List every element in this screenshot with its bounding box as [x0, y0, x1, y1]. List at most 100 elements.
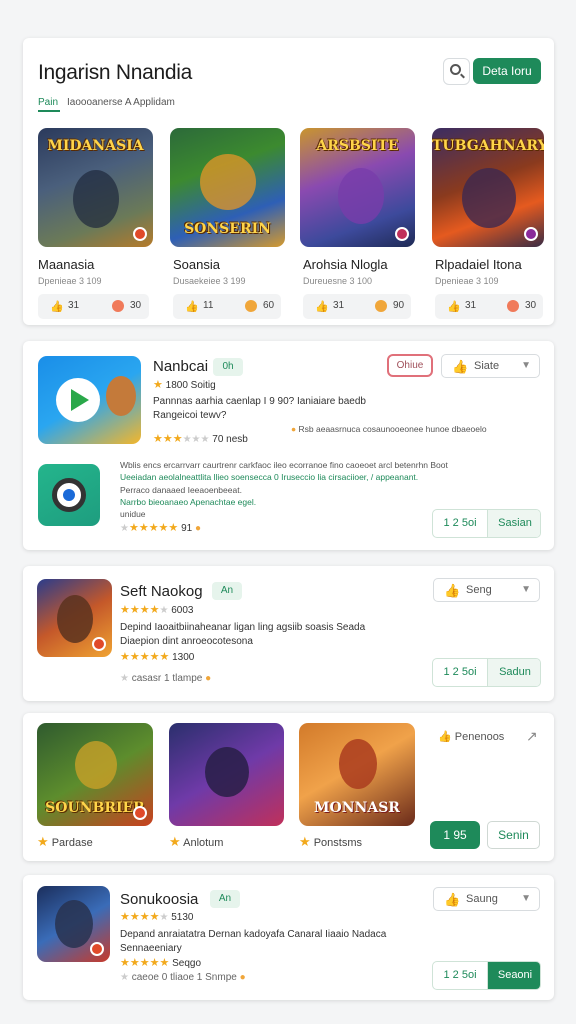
gallery-secondary-button[interactable]: Senin: [487, 821, 540, 849]
rating-count: 1300: [172, 652, 195, 663]
row2-rating: ★★★★★★ 91 ●: [120, 521, 201, 534]
star-empty: ★: [120, 523, 129, 534]
like-count: 31: [333, 300, 345, 311]
filter-chip[interactable]: Ohiue: [387, 354, 433, 377]
play-icon: [56, 378, 100, 422]
install-button[interactable]: Sadun: [488, 659, 540, 686]
featured-thumb-4[interactable]: TUBGAHNARY: [432, 128, 544, 247]
featured-thumb-1[interactable]: MIDANASIA: [38, 128, 153, 247]
price-button[interactable]: 1 2 5oi: [433, 510, 488, 537]
app-icon-1[interactable]: [38, 356, 141, 444]
like-count: 31: [68, 300, 80, 311]
gallery-thumb-3[interactable]: MONNASR: [299, 723, 415, 826]
price-button[interactable]: 1 2 5oi: [433, 962, 488, 989]
featured-name-4[interactable]: Rlpadaiel Itona: [435, 257, 522, 272]
featured-stats-2[interactable]: 👍 11 60: [173, 294, 281, 319]
gallery-label-1: ★ Pardase: [37, 834, 93, 850]
side-note-1: ● Rsb aeaasrnuca cosaunooeonee hunoe dba…: [291, 424, 487, 434]
featured-name-3[interactable]: Arohsia Nlogla: [303, 257, 388, 272]
row2-line1: Wblis encs ercarrvarr caurtrenr carkfaoc…: [120, 460, 448, 470]
featured-stats-3[interactable]: 👍 31 90: [303, 294, 411, 319]
app-icon-3[interactable]: [37, 579, 112, 657]
sort-select-label: Seng: [466, 584, 492, 596]
featured-sub-4: Dpenieae 3 109: [435, 276, 499, 286]
gallery-label-3: ★ Ponstsms: [299, 834, 362, 850]
external-link-icon[interactable]: ↗: [526, 728, 538, 745]
search-icon: [450, 64, 461, 75]
action-pair-4: 1 2 5oi Seaoni: [432, 961, 541, 990]
meta-text: casasr 1 tlampe: [131, 673, 203, 684]
row2-rating-value: 91: [181, 523, 193, 534]
star-icon: ★: [299, 834, 311, 849]
thumb-up-icon: 👍: [444, 892, 461, 907]
search-button[interactable]: [443, 58, 470, 85]
meta-text: caeoe 0 tliaoe 1 Snmpe: [131, 972, 237, 983]
gallery-label-text: Ponstsms: [313, 837, 363, 849]
featured-art-4: TUBGAHNARY: [432, 138, 544, 154]
app-name-4[interactable]: Sonukoosia: [120, 891, 198, 908]
price-button[interactable]: 1 2 5oi: [433, 659, 488, 686]
sort-select-3[interactable]: 👍 Seng ▼: [433, 578, 540, 602]
gallery-thumb-2[interactable]: [169, 723, 284, 826]
row2-line4: Narrbo bieoanaeo Apenachtae egel.: [120, 497, 257, 507]
sort-select-1[interactable]: 👍 Siate ▼: [441, 354, 540, 378]
page-title: Ingarisn Nnandia: [38, 61, 192, 84]
corner-badge: [133, 806, 147, 820]
like-count: 31: [465, 300, 477, 311]
app-name-3[interactable]: Seft Naokog: [120, 583, 203, 600]
featured-thumb-2[interactable]: SONSERIN: [170, 128, 285, 247]
gallery-label-2: ★ Anlotum: [169, 834, 223, 850]
like-count: 11: [203, 300, 214, 311]
star-empty: ★: [120, 673, 129, 684]
star-rating-empty: ★: [159, 912, 169, 923]
gallery-side-link[interactable]: 👍 Penenoos: [438, 730, 504, 743]
featured-name-2[interactable]: Soansia: [173, 257, 220, 272]
app-icon-2[interactable]: [38, 464, 100, 526]
app-icon-4[interactable]: [37, 886, 110, 962]
play-triangle: [71, 389, 89, 411]
app-desc-3b: Diaepion dint anroeocotesona: [120, 636, 253, 647]
primary-cta-button[interactable]: Deta Ioru: [473, 58, 541, 84]
sort-select-label: Saung: [466, 893, 498, 905]
search-handle: [460, 73, 465, 79]
gallery-art-3: MONNASR: [314, 800, 400, 816]
target-icon: [52, 478, 86, 512]
rating-value: 60: [263, 300, 275, 311]
corner-badge: [133, 227, 147, 241]
star-icon: ★: [169, 834, 181, 849]
character-figure: [57, 595, 93, 643]
star-rating-empty: ★★★: [182, 434, 210, 445]
row2-line2: Ueeiadan aeolalneattlita llieo soensecca…: [120, 472, 419, 482]
chevron-down-icon: ▼: [521, 584, 531, 595]
app-desc-4: Depand anraiatatra Dernan kadoyafa Canar…: [120, 929, 387, 940]
featured-stats-4[interactable]: 👍 31 30: [435, 294, 543, 319]
rating-count: 6003: [171, 605, 194, 616]
gallery-label-text: Anlotum: [183, 837, 224, 849]
gallery-primary-button[interactable]: 1 95: [430, 821, 480, 849]
rating-value: 30: [130, 300, 142, 311]
like-icon: 👍: [50, 301, 64, 313]
sort-select-4[interactable]: 👍 Saung ▼: [433, 887, 540, 911]
app-card-2: Seft Naokog An ★★★★★ 6003 Depind Iaoaitb…: [23, 566, 554, 701]
corner-badge: [90, 942, 104, 956]
rating-count: Seqgo: [172, 958, 202, 969]
coin-icon: ●: [194, 523, 202, 534]
hero-figure: [200, 154, 256, 210]
star-rating: ★★★★: [120, 911, 160, 923]
filter-chip-label: Ohiue: [396, 360, 424, 371]
featured-art-2: SONSERIN: [184, 221, 271, 237]
thumb-up-icon: 👍: [452, 359, 469, 374]
app-tag-4: An: [210, 890, 240, 908]
character-figure: [205, 747, 249, 797]
subtab-active[interactable]: Pain: [38, 97, 60, 112]
featured-name-1[interactable]: Maanasia: [38, 257, 94, 272]
gallery-thumb-1[interactable]: SOUNBRIER: [37, 723, 153, 826]
like-icon: 👍: [185, 301, 199, 313]
app-name-1[interactable]: Nanbcai: [153, 358, 208, 375]
featured-stats-1[interactable]: 👍 31 30: [38, 294, 149, 319]
featured-thumb-3[interactable]: ARSBSITE: [300, 128, 415, 247]
meta-3: ★ casasr 1 tlampe ●: [120, 673, 211, 684]
install-button[interactable]: Seaoni: [488, 962, 540, 989]
install-button[interactable]: Sasian: [488, 510, 540, 537]
subtab-active-label: Pain: [38, 97, 59, 108]
